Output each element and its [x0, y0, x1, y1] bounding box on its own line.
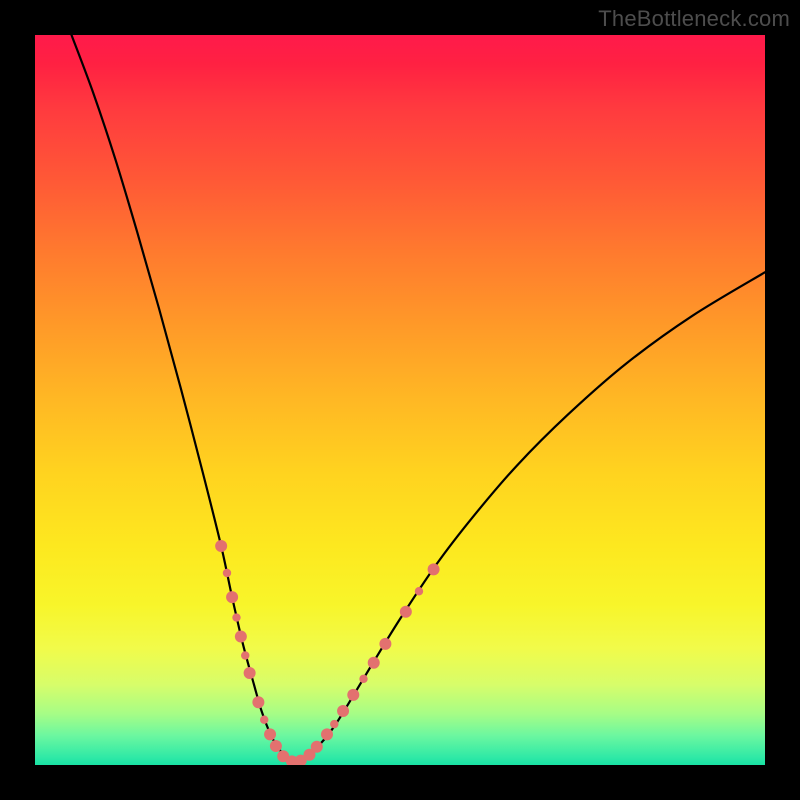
curve-marker: [252, 696, 264, 708]
curve-marker: [321, 728, 333, 740]
curve-marker: [226, 591, 238, 603]
curve-marker: [223, 569, 231, 577]
curve-marker: [311, 741, 323, 753]
curve-marker: [330, 720, 338, 728]
curve-marker: [235, 631, 247, 643]
curve-marker: [347, 689, 359, 701]
curve-marker: [337, 705, 349, 717]
curve-marker: [264, 728, 276, 740]
curve-marker: [215, 540, 227, 552]
curve-marker: [260, 716, 268, 724]
curve-marker: [241, 651, 249, 659]
curve-marker: [232, 613, 240, 621]
curve-markers: [215, 540, 439, 765]
curve-marker: [270, 740, 282, 752]
curve-layer: [35, 35, 765, 765]
curve-marker: [379, 638, 391, 650]
curve-marker: [244, 667, 256, 679]
curve-marker: [368, 657, 380, 669]
curve-marker: [359, 675, 367, 683]
watermark-text: TheBottleneck.com: [598, 6, 790, 32]
plot-area: [35, 35, 765, 765]
curve-marker: [428, 563, 440, 575]
curve-marker: [415, 587, 423, 595]
curve-marker: [400, 606, 412, 618]
bottleneck-curve: [72, 35, 766, 761]
chart-frame: TheBottleneck.com: [0, 0, 800, 800]
